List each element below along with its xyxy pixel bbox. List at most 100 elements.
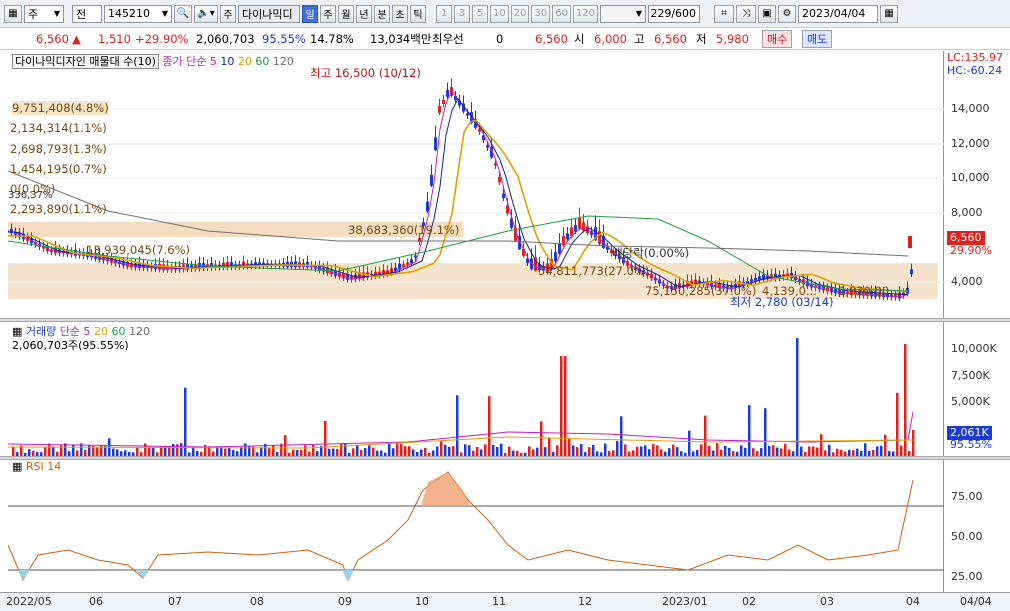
volume-bar (900, 445, 903, 456)
rsi-chart-area[interactable] (8, 460, 944, 592)
volume-bar (532, 449, 535, 456)
x-label-10: 10 (415, 595, 429, 608)
rsi-axis: 75.00 50.00 25.00 (945, 460, 1010, 592)
volume-bar (820, 434, 823, 456)
volume-bar (500, 443, 503, 456)
x-label-03: 03 (820, 595, 834, 608)
volume-bar (580, 444, 583, 456)
profile-label-4: 1,454,195(0.7%) (10, 162, 107, 176)
volume-bar (356, 445, 359, 456)
volume-bar (400, 443, 403, 456)
code-input[interactable]: 145210 ▼ (104, 4, 172, 23)
ma10-label: 10 (220, 55, 235, 68)
settings-grid-icon[interactable]: ▦ (4, 4, 22, 23)
stock-name-field: 다이나믹디 (238, 4, 300, 23)
minute-10[interactable]: 10 (490, 4, 509, 23)
type-label: 주 (28, 7, 39, 21)
volume-bar (440, 441, 443, 456)
date-input[interactable]: 2023/04/04 (798, 4, 879, 23)
period-minute[interactable]: 분 (374, 4, 390, 23)
count-total: /600 (671, 7, 697, 20)
type-select[interactable]: 주 ▼ (24, 4, 64, 23)
volume-bar (676, 447, 679, 456)
chart-tools-icon[interactable]: ⌗ (714, 4, 735, 23)
volume-bar (644, 445, 647, 456)
chevron-down-icon: ▼ (53, 9, 60, 18)
high-label: 고 (634, 31, 645, 46)
volume-bar (740, 445, 743, 456)
price-legend-title[interactable]: 다이나믹디자인 매물대 수(10) (12, 54, 159, 69)
sound-icon[interactable]: 🔈▾ (194, 4, 218, 23)
x-label-02: 02 (742, 595, 756, 608)
compare-icon[interactable]: ⤨ (736, 4, 757, 23)
x-label-2022-05: 2022/05 (6, 595, 52, 608)
rsi-legend-title: RSI 14 (25, 460, 62, 473)
minute-30[interactable]: 30 (531, 4, 551, 23)
axis-75: 75.00 (951, 490, 983, 503)
price-chart-area[interactable] (8, 51, 944, 318)
minute-120[interactable]: 120 (572, 4, 599, 23)
candle-body (430, 174, 433, 186)
buy-button[interactable]: 매수 (762, 30, 793, 48)
save-icon[interactable]: ▣ (758, 4, 777, 23)
period-month[interactable]: 월 (338, 4, 354, 23)
low-label: 저 (696, 31, 707, 46)
volume-bar (496, 446, 499, 456)
volume-bar (752, 448, 755, 456)
mode-select[interactable]: 전 (72, 4, 102, 23)
period-second[interactable]: 초 (392, 4, 408, 23)
volume-bar (760, 448, 763, 456)
rsi-chart (8, 471, 944, 582)
volume-bar (536, 447, 539, 456)
period-day[interactable]: 일 (302, 4, 318, 23)
volume-bar (508, 446, 511, 456)
volume-bar (744, 447, 747, 456)
axis-12000: 12,000 (951, 137, 990, 150)
candle-body (486, 145, 489, 148)
volume-bar (456, 395, 459, 456)
gear-icon[interactable]: ⚙ (778, 4, 797, 23)
volume-chart-area[interactable] (8, 322, 944, 456)
calendar-icon[interactable]: ▦ (880, 4, 899, 23)
axis-8000: 8,000 (951, 206, 983, 219)
candle-body (574, 224, 577, 232)
minute-5[interactable]: 5 (472, 4, 488, 23)
ma120-label: 120 (272, 55, 294, 68)
volume-bar (148, 446, 151, 456)
search-icon[interactable]: 🔍 (174, 4, 192, 23)
volume-bar (812, 446, 815, 456)
minute-60[interactable]: 60 (552, 4, 571, 23)
volume-bar (152, 447, 155, 456)
volume-bar (672, 444, 675, 456)
minute-3[interactable]: 3 (454, 4, 470, 23)
volume-bar (572, 445, 575, 456)
minute-1[interactable]: 1 (436, 4, 452, 23)
candle-body (558, 243, 561, 254)
interval-select[interactable]: ▼ (600, 4, 647, 23)
volume-bar (268, 447, 271, 456)
profile-label-8: 13,939,045(7.6%) (86, 243, 191, 257)
volume-bar (620, 416, 623, 456)
sell-button[interactable]: 매도 (802, 30, 833, 48)
quote-bar: 6,560 ▲ 1,510 +29.90% 2,060,703 95.55% 1… (0, 28, 1010, 50)
volume-bar (556, 445, 559, 456)
x-label-12: 12 (578, 595, 592, 608)
axis-14000: 14,000 (951, 102, 990, 115)
volume-bar (592, 444, 595, 456)
candle-body (426, 201, 429, 212)
volume-bar (344, 443, 347, 456)
low-annotation: 최저 2,780 (03/14) (730, 295, 834, 309)
candle-body (910, 269, 913, 275)
period-year[interactable]: 년 (356, 4, 372, 23)
period-tick[interactable]: 틱 (410, 4, 426, 23)
volume-bar (540, 421, 543, 456)
period-week[interactable]: 주 (320, 4, 336, 23)
count-input[interactable]: 229/600 (648, 4, 701, 23)
volume-bar (700, 444, 703, 456)
favorite-icon[interactable]: 주 (220, 4, 236, 23)
profile-label-9: 54,811,773(27.0%) (538, 264, 650, 278)
volume-bar (780, 448, 783, 456)
volume-bar (408, 446, 411, 456)
minute-20[interactable]: 20 (510, 4, 530, 23)
volume-bar (564, 356, 567, 456)
